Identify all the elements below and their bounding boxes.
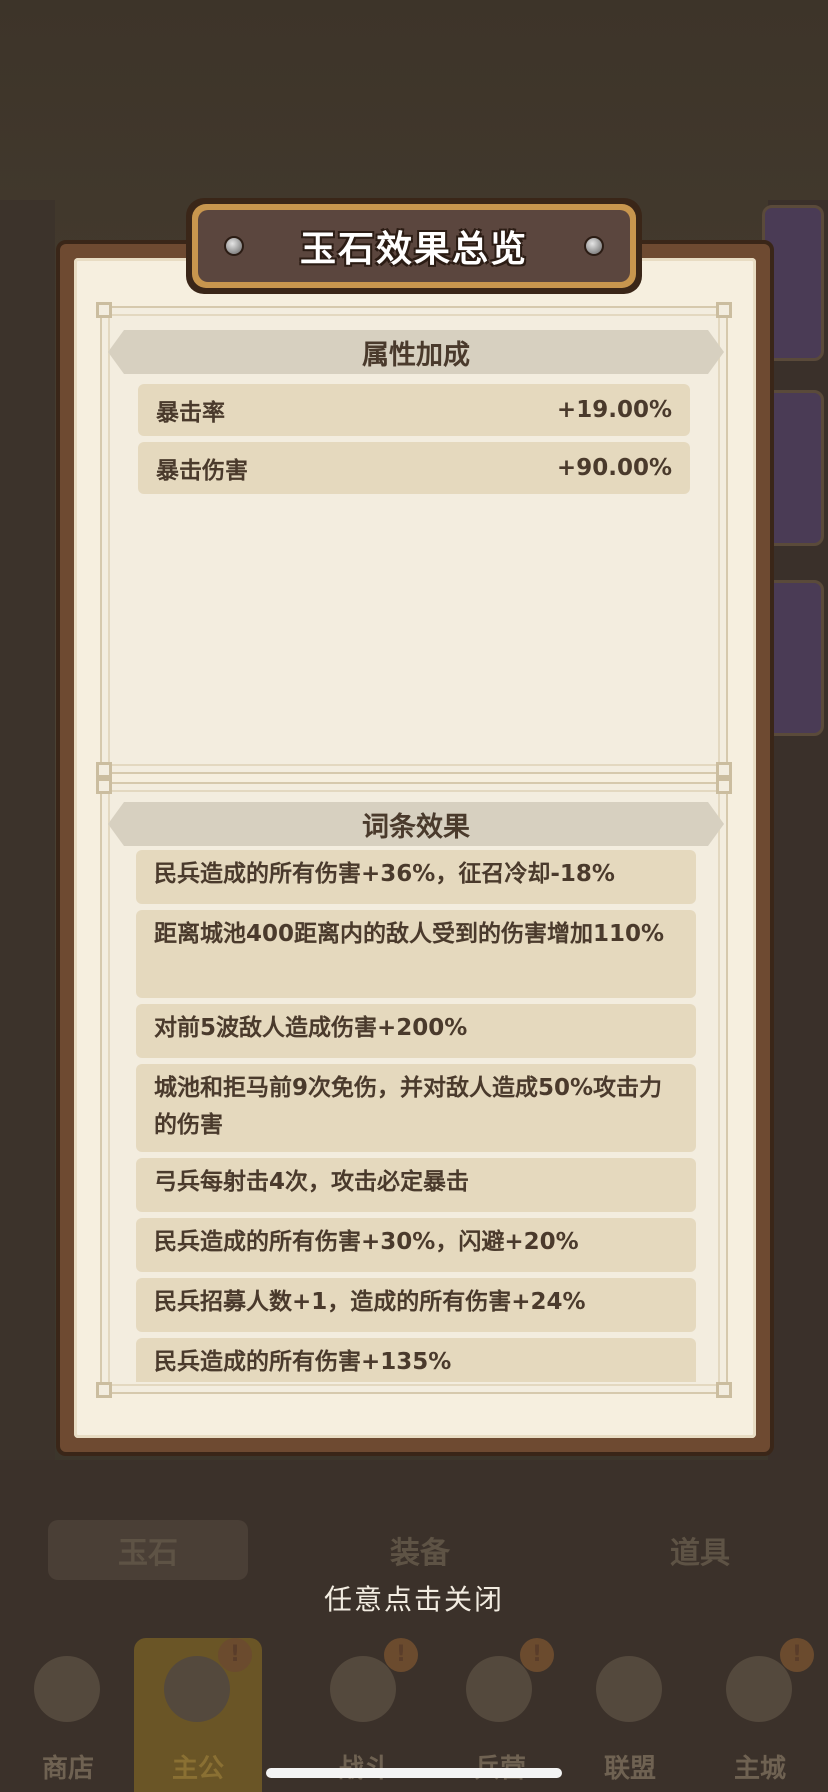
close-hint[interactable]: 任意点击关闭 — [0, 1578, 828, 1618]
background-left-panel — [0, 200, 55, 1460]
nav-label: 战斗 — [300, 1748, 428, 1785]
shop-icon — [34, 1656, 100, 1722]
effect-item: 民兵造成的所有伤害+135% — [136, 1338, 696, 1382]
nav-label: 联盟 — [603, 1754, 656, 1784]
corner-ornament-icon — [96, 1382, 112, 1398]
alert-badge-icon: ! — [780, 1638, 814, 1672]
tab-items: 道具 — [670, 1536, 730, 1571]
corner-ornament-icon — [96, 762, 112, 778]
effects-list[interactable]: 民兵造成的所有伤害+36%，征召冷却-18% 距离城池400距离内的敌人受到的伤… — [136, 850, 696, 1382]
corner-ornament-icon — [716, 1382, 732, 1398]
barracks-icon — [466, 1656, 532, 1722]
main-city-icon — [726, 1656, 792, 1722]
corner-ornament-icon — [96, 302, 112, 318]
background-right-panel — [768, 200, 828, 1460]
corner-ornament-icon — [716, 302, 732, 318]
corner-ornament-icon — [716, 778, 732, 794]
attribute-row: 暴击伤害 +90.00% — [138, 442, 690, 494]
effect-item: 民兵造成的所有伤害+30%，闪避+20% — [136, 1218, 696, 1272]
tab-jade: 玉石 — [48, 1520, 248, 1580]
attribute-value: +90.00% — [556, 455, 672, 481]
nav-label: 主城 — [733, 1754, 786, 1784]
alert-badge-icon: ! — [520, 1638, 554, 1672]
corner-ornament-icon — [716, 762, 732, 778]
attribute-value: +19.00% — [556, 397, 672, 423]
effect-item: 城池和拒马前9次免伤，并对敌人造成50%攻击力的伤害 — [136, 1064, 696, 1152]
effect-item: 距离城池400距离内的敌人受到的伤害增加110% — [136, 910, 696, 998]
alliance-icon — [596, 1656, 662, 1722]
alert-badge-icon: ! — [384, 1638, 418, 1672]
nav-label: 主公 — [171, 1754, 224, 1784]
lord-icon — [164, 1656, 230, 1722]
nav-item-main-city: ! 主城 — [696, 1638, 824, 1792]
dialog-title: 玉石效果总览 — [299, 229, 528, 270]
effect-item: 弓兵每射击4次，攻击必定暴击 — [136, 1158, 696, 1212]
battle-icon — [330, 1656, 396, 1722]
nav-item-lord: ! 主公 — [134, 1638, 262, 1792]
attributes-section: 属性加成 暴击率 +19.00% 暴击伤害 +90.00% — [96, 302, 732, 778]
effect-item: 民兵造成的所有伤害+36%，征召冷却-18% — [136, 850, 696, 904]
effects-section: 词条效果 民兵造成的所有伤害+36%，征召冷却-18% 距离城池400距离内的敌… — [96, 778, 732, 1398]
effect-item: 对前5波敌人造成伤害+200% — [136, 1004, 696, 1058]
nav-label: 商店 — [41, 1754, 94, 1784]
attribute-name: 暴击伤害 — [156, 458, 248, 484]
home-indicator[interactable] — [266, 1768, 562, 1778]
effect-item: 民兵招募人数+1，造成的所有伤害+24% — [136, 1278, 696, 1332]
alert-badge-icon: ! — [218, 1638, 252, 1672]
tab-equipment: 装备 — [390, 1536, 450, 1571]
dialog-title-plate: 玉石效果总览 — [186, 198, 642, 294]
attribute-name: 暴击率 — [156, 400, 225, 426]
attribute-row: 暴击率 +19.00% — [138, 384, 690, 436]
effects-heading: 词条效果 — [108, 802, 724, 846]
nav-item-shop: 商店 — [4, 1638, 132, 1792]
attributes-heading: 属性加成 — [108, 330, 724, 374]
nav-item-alliance: 联盟 — [566, 1638, 694, 1792]
corner-ornament-icon — [96, 778, 112, 794]
nav-label: 兵营 — [436, 1748, 564, 1785]
